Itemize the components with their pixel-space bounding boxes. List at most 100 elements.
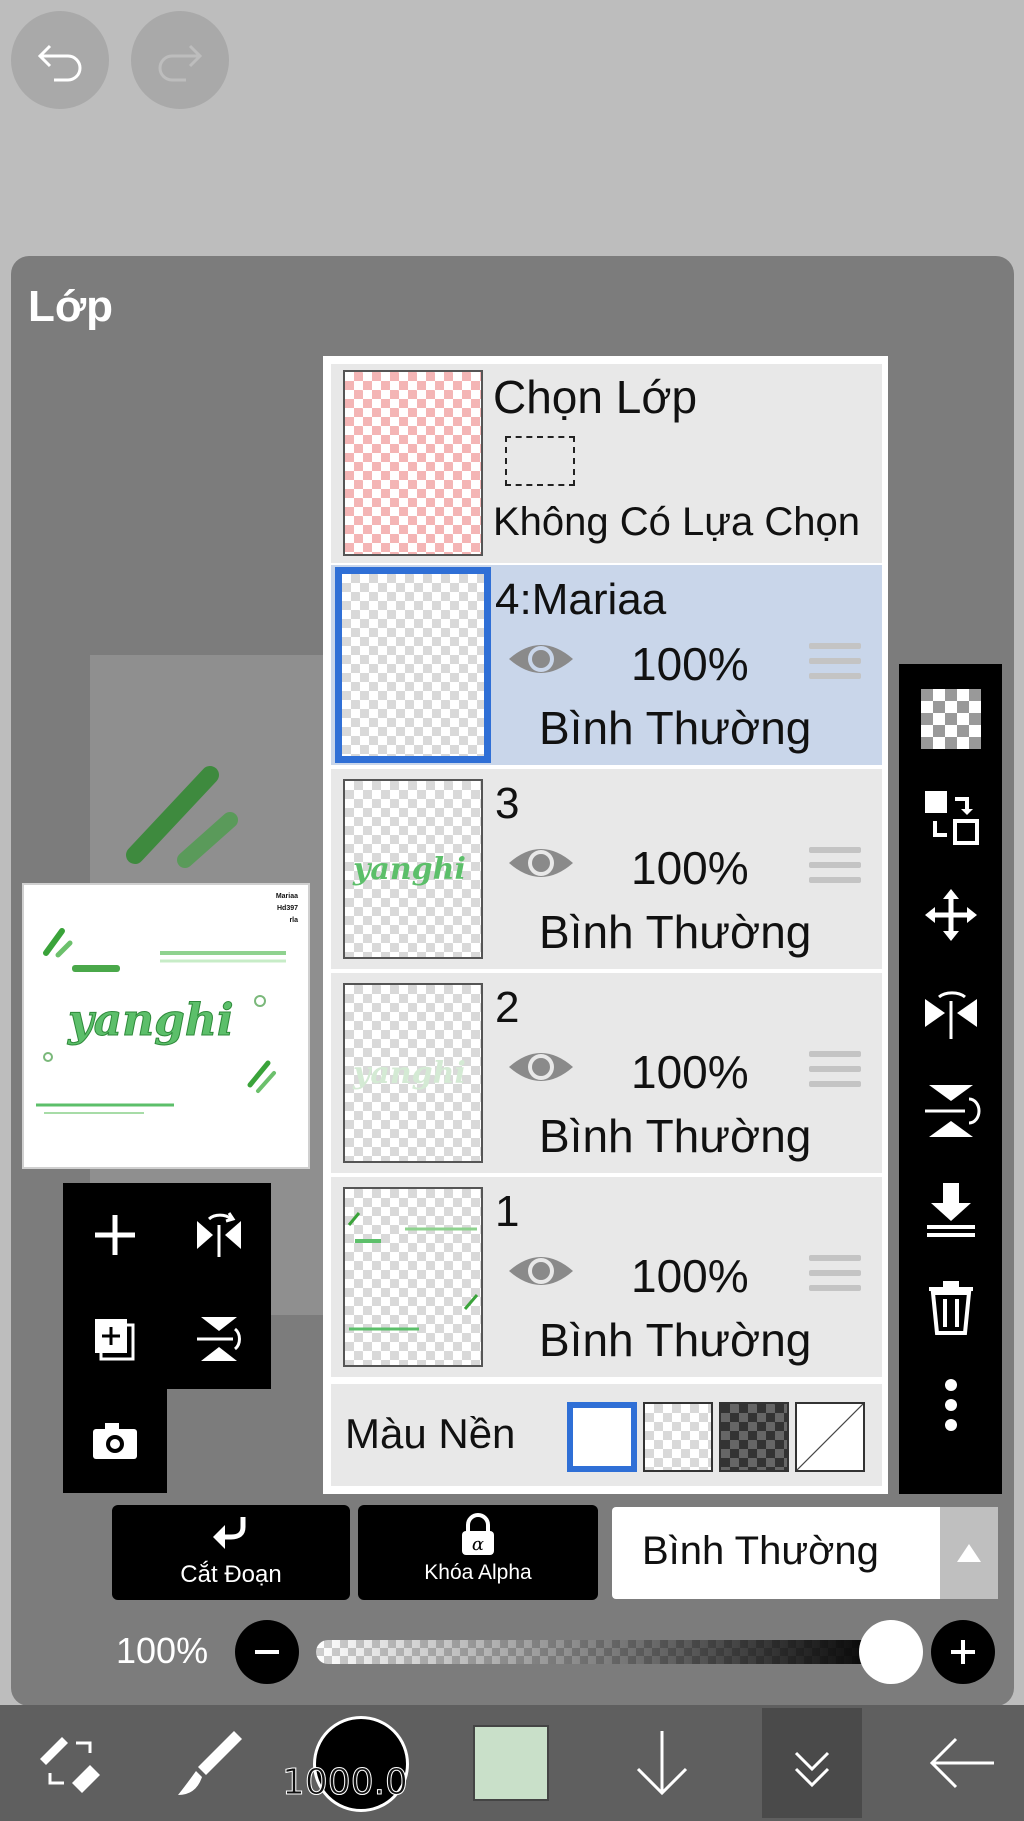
drag-handle-icon[interactable] bbox=[809, 1051, 861, 1091]
trash-icon bbox=[928, 1281, 973, 1335]
eye-icon[interactable] bbox=[505, 841, 577, 885]
undo-icon bbox=[37, 44, 82, 82]
svg-text:yanghi: yanghi bbox=[67, 995, 234, 1046]
layers-button[interactable] bbox=[762, 1705, 862, 1821]
swap-layers-icon bbox=[924, 791, 979, 845]
pen-eraser-swap-icon bbox=[40, 1737, 100, 1793]
drag-handle-icon[interactable] bbox=[809, 847, 861, 887]
selection-title: Chọn Lớp bbox=[493, 371, 698, 423]
layer-row-3[interactable]: yanghi 3 100% Bình Thường bbox=[331, 769, 882, 969]
layer-name: 2 bbox=[495, 983, 520, 1032]
left-toolbar-extra bbox=[63, 1389, 167, 1493]
layer-blend-mode: Bình Thường bbox=[539, 906, 812, 958]
camera-button[interactable] bbox=[63, 1389, 167, 1493]
bg-light-checker-swatch[interactable] bbox=[643, 1402, 713, 1472]
flip-button[interactable] bbox=[167, 1183, 271, 1287]
drag-handle-icon[interactable] bbox=[809, 643, 861, 683]
flip-horizontal-icon bbox=[924, 991, 977, 1039]
layer-2-art: yanghi bbox=[352, 1056, 466, 1091]
background-color-label: Màu Nền bbox=[345, 1410, 516, 1457]
flip-vertical-layer-button[interactable] bbox=[899, 1062, 1002, 1160]
bg-white-swatch[interactable] bbox=[567, 1402, 637, 1472]
opacity-slider[interactable] bbox=[316, 1640, 892, 1664]
selection-layer-row[interactable]: Chọn Lớp Không Có Lựa Chọn bbox=[331, 364, 882, 563]
move-icon bbox=[924, 889, 977, 941]
eye-icon[interactable] bbox=[505, 637, 577, 681]
redo-button[interactable] bbox=[131, 11, 229, 109]
preview-art: yanghi bbox=[36, 928, 286, 1114]
swap-layers-button[interactable] bbox=[899, 768, 1002, 866]
more-button[interactable] bbox=[899, 1356, 1002, 1454]
alpha-lock-label: Khóa Alpha bbox=[424, 1561, 532, 1584]
camera-icon bbox=[93, 1423, 137, 1459]
svg-text:yanghi: yanghi bbox=[352, 1056, 466, 1091]
bg-none-swatch[interactable] bbox=[795, 1402, 865, 1472]
layer-down-button[interactable] bbox=[612, 1705, 712, 1821]
bg-dark-checker-swatch[interactable] bbox=[719, 1402, 789, 1472]
svg-text:α: α bbox=[472, 1534, 484, 1555]
clipping-button[interactable]: Cắt Đoạn bbox=[112, 1505, 350, 1600]
lock-icon: α bbox=[462, 1513, 494, 1555]
move-button[interactable] bbox=[899, 866, 1002, 964]
layer-opacity: 100% bbox=[631, 842, 749, 894]
drag-handle-icon[interactable] bbox=[809, 1255, 861, 1295]
layer-opacity: 100% bbox=[631, 1250, 749, 1302]
undo-button[interactable] bbox=[11, 11, 109, 109]
layer-blend-mode: Bình Thường bbox=[539, 1110, 812, 1162]
layer-1-art bbox=[347, 1212, 479, 1331]
flip-icon bbox=[197, 1212, 241, 1257]
left-toolbar bbox=[63, 1183, 271, 1389]
triangle-up-icon bbox=[940, 1507, 998, 1599]
flip-horizontal-button[interactable] bbox=[899, 964, 1002, 1062]
layer-row-1[interactable]: 1 100% Bình Thường bbox=[331, 1177, 882, 1377]
background-color-row: Màu Nền bbox=[331, 1384, 882, 1486]
layer-row-4[interactable]: 4:Mariaa 100% Bình Thường bbox=[331, 565, 882, 765]
tool-switch-button[interactable] bbox=[20, 1705, 120, 1821]
more-vertical-icon bbox=[944, 1379, 957, 1431]
add-layer-button[interactable] bbox=[63, 1183, 167, 1287]
layer-thumbnail bbox=[335, 567, 491, 763]
add-copy-layer-icon bbox=[95, 1319, 135, 1361]
layer-thumbnail: yanghi bbox=[343, 983, 483, 1163]
redo-icon bbox=[158, 44, 203, 82]
color-swatch[interactable] bbox=[473, 1725, 549, 1801]
brush-size-value: 1000.0 bbox=[282, 1762, 409, 1804]
opacity-slider-knob[interactable] bbox=[859, 1620, 923, 1684]
eye-icon[interactable] bbox=[505, 1249, 577, 1293]
add-layer-icon bbox=[95, 1215, 135, 1255]
layer-3-art: yanghi bbox=[352, 852, 466, 887]
opacity-decrease-button[interactable] bbox=[235, 1620, 299, 1684]
canvas-preview[interactable]: Mariaa Hd397 rla yanghi bbox=[22, 883, 310, 1169]
opacity-value: 100% bbox=[116, 1630, 209, 1671]
layer-name: 1 bbox=[495, 1187, 520, 1236]
layer-row-2[interactable]: yanghi 2 100% Bình Thường bbox=[331, 973, 882, 1173]
arrow-left-icon bbox=[929, 1737, 994, 1789]
arrow-down-icon bbox=[636, 1731, 688, 1796]
eye-icon[interactable] bbox=[505, 1045, 577, 1089]
merge-down-button[interactable] bbox=[899, 1160, 1002, 1258]
opacity-increase-button[interactable] bbox=[931, 1620, 995, 1684]
brush-icon bbox=[178, 1731, 242, 1795]
checker-button[interactable] bbox=[899, 670, 1002, 768]
alpha-lock-button[interactable]: α Khóa Alpha bbox=[358, 1505, 598, 1600]
selection-thumbnail bbox=[343, 370, 483, 556]
flip-vertical-icon bbox=[924, 1085, 980, 1137]
plus-icon bbox=[951, 1640, 975, 1664]
layer-opacity: 100% bbox=[631, 638, 749, 690]
flip-vertical-button[interactable] bbox=[167, 1287, 271, 1391]
brush-button[interactable] bbox=[160, 1705, 260, 1821]
blend-mode-select[interactable]: Bình Thường bbox=[612, 1507, 998, 1599]
layer-name: 3 bbox=[495, 779, 520, 828]
delete-layer-button[interactable] bbox=[899, 1258, 1002, 1356]
selection-marquee-icon bbox=[505, 436, 575, 486]
back-button[interactable] bbox=[912, 1705, 1012, 1821]
minus-icon bbox=[255, 1650, 279, 1654]
clipping-arrow-icon bbox=[213, 1517, 246, 1549]
svg-text:yanghi: yanghi bbox=[352, 852, 466, 887]
layer-blend-mode: Bình Thường bbox=[539, 702, 812, 754]
panel-title: Lớp bbox=[28, 282, 114, 331]
blend-mode-value: Bình Thường bbox=[642, 1529, 879, 1573]
checker-icon bbox=[920, 689, 981, 749]
selection-subtitle: Không Có Lựa Chọn bbox=[493, 500, 861, 544]
add-copy-layer-button[interactable] bbox=[63, 1287, 167, 1391]
